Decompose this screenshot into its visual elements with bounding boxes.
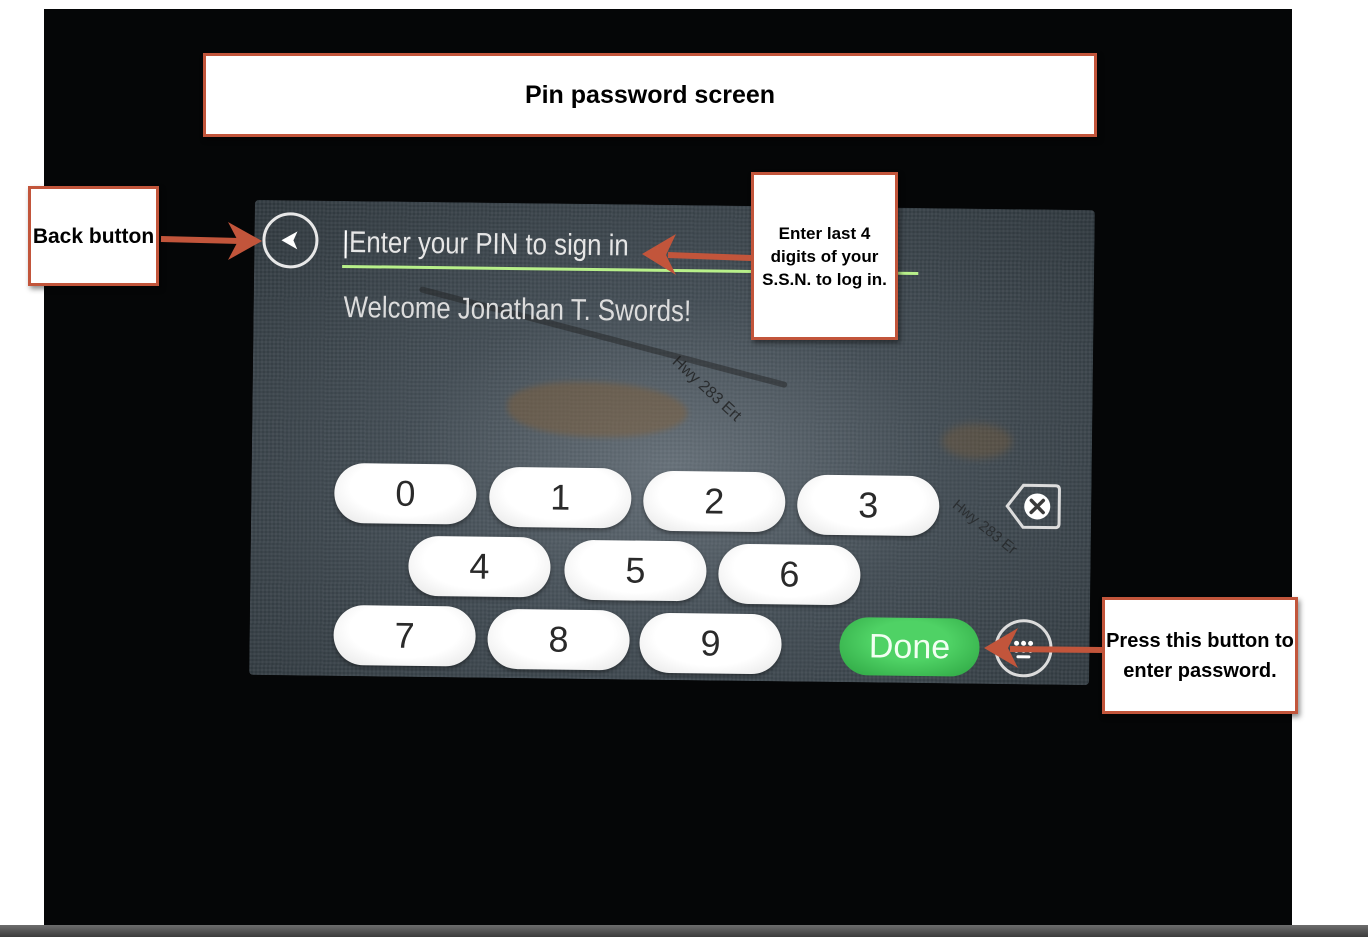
key-0[interactable]: 0 (333, 462, 477, 525)
keyboard-icon (1013, 640, 1034, 659)
key-4[interactable]: 4 (408, 535, 551, 598)
map-area (507, 380, 688, 439)
key-1[interactable]: 1 (488, 466, 632, 529)
key-6[interactable]: 6 (718, 543, 861, 606)
back-arrow-icon (281, 231, 298, 250)
title-callout: Pin password screen (203, 53, 1097, 137)
key-2[interactable]: 2 (642, 470, 786, 533)
bottom-bar (0, 925, 1368, 937)
key-7[interactable]: 7 (333, 604, 476, 667)
done-button[interactable]: Done (839, 617, 980, 677)
welcome-message: Welcome Jonathan T. Swords! (343, 290, 692, 329)
key-5[interactable]: 5 (564, 539, 707, 602)
done-button-callout: Press this button to enter password. (1102, 597, 1298, 714)
key-8[interactable]: 8 (487, 608, 630, 671)
backspace-clear-icon (1005, 483, 1061, 530)
back-button[interactable] (262, 211, 319, 269)
pin-instructions-callout: Enter last 4 digits of your S.S.N. to lo… (751, 172, 898, 340)
pin-placeholder: Enter your PIN to sign in (348, 226, 629, 263)
clear-button[interactable] (999, 477, 1064, 536)
back-button-callout: Back button (28, 186, 159, 286)
keyboard-toggle-button[interactable] (994, 618, 1053, 678)
map-area (941, 423, 1013, 460)
key-9[interactable]: 9 (639, 612, 782, 675)
key-3[interactable]: 3 (796, 474, 940, 537)
device-screen: Hwy 283 Ert Hwy 283 Er |Enter your PIN t… (249, 199, 1095, 686)
